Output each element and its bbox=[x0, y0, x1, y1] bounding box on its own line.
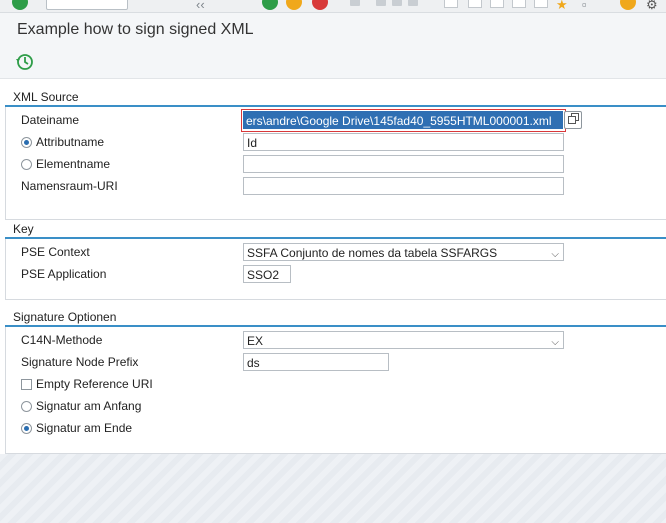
c14n-label: C14N-Methode bbox=[21, 333, 103, 347]
pse-context-row: PSE Context bbox=[21, 242, 90, 262]
find-next-icon[interactable] bbox=[392, 0, 402, 6]
elementname-label: Elementname bbox=[36, 157, 111, 171]
value-help-icon[interactable] bbox=[564, 111, 582, 129]
empty-ref-checkbox[interactable] bbox=[21, 378, 32, 390]
cancel-icon[interactable] bbox=[312, 0, 328, 10]
c14n-value: EX bbox=[247, 334, 264, 348]
info-icon[interactable] bbox=[620, 0, 636, 10]
pse-context-dropdown[interactable]: SSFA Conjunto de nomes da tabela SSFARGS… bbox=[243, 243, 564, 261]
attributname-field[interactable]: Id bbox=[243, 133, 564, 151]
enter-icon[interactable] bbox=[12, 0, 28, 10]
print-icon[interactable] bbox=[350, 0, 360, 6]
group-signature-optionen: Signature Optionen C14N-Methode EX ⌵ Sig… bbox=[5, 309, 666, 454]
group-xml-source: XML Source Dateiname ers\andre\Google Dr… bbox=[5, 89, 666, 220]
shortcut-icon[interactable] bbox=[468, 0, 482, 8]
pse-application-field[interactable]: SSO2 bbox=[243, 265, 291, 283]
chevron-down-icon[interactable]: ⌵ bbox=[551, 334, 559, 348]
command-field[interactable] bbox=[46, 0, 128, 10]
namensraum-label: Namensraum-URI bbox=[21, 179, 118, 193]
elementname-row: Elementname bbox=[21, 154, 110, 174]
selection-screen: XML Source Dateiname ers\andre\Google Dr… bbox=[0, 78, 666, 455]
elementname-radio[interactable] bbox=[21, 158, 32, 170]
dateiname-row: Dateiname bbox=[21, 110, 79, 130]
group-key: Key PSE Context SSFA Conjunto de nomes d… bbox=[5, 221, 666, 300]
application-toolbar bbox=[0, 49, 666, 77]
anfang-label: Signatur am Anfang bbox=[36, 399, 142, 413]
gear-icon[interactable]: ⚙ bbox=[646, 0, 658, 12]
empty-ref-row: Empty Reference URI bbox=[21, 374, 153, 394]
execute-icon[interactable] bbox=[16, 53, 34, 71]
pse-context-label: PSE Context bbox=[21, 245, 90, 259]
exit-icon[interactable] bbox=[286, 0, 302, 10]
node-prefix-row: Signature Node Prefix bbox=[21, 352, 138, 372]
node-prefix-label: Signature Node Prefix bbox=[21, 355, 139, 369]
first-page-icon[interactable] bbox=[408, 0, 418, 6]
ende-row: Signatur am Ende bbox=[21, 418, 132, 438]
pse-application-row: PSE Application bbox=[21, 264, 106, 284]
namensraum-row: Namensraum-URI bbox=[21, 176, 118, 196]
node-prefix-field[interactable]: ds bbox=[243, 353, 389, 371]
group-title: XML Source bbox=[5, 89, 666, 107]
ende-radio[interactable] bbox=[21, 422, 32, 434]
empty-ref-label: Empty Reference URI bbox=[36, 377, 153, 391]
c14n-row: C14N-Methode bbox=[21, 330, 102, 350]
group-title: Key bbox=[5, 221, 666, 239]
namensraum-field[interactable] bbox=[243, 177, 564, 195]
back-icon[interactable] bbox=[262, 0, 278, 10]
new-session-icon[interactable] bbox=[444, 0, 458, 8]
chevron-down-icon[interactable]: ⌵ bbox=[551, 246, 559, 260]
group-title: Signature Optionen bbox=[5, 309, 666, 327]
elementname-field[interactable] bbox=[243, 155, 564, 173]
anfang-row: Signatur am Anfang bbox=[21, 396, 141, 416]
layout-icon[interactable] bbox=[490, 0, 504, 8]
system-toolbar: ‹‹ ★ ▫ ⚙ bbox=[0, 0, 666, 13]
ende-label: Signatur am Ende bbox=[36, 421, 133, 435]
empty-area bbox=[0, 454, 666, 523]
dateiname-field[interactable]: ers\andre\Google Drive\145fad40_5955HTML… bbox=[243, 111, 563, 129]
find-icon[interactable] bbox=[376, 0, 386, 6]
pse-application-label: PSE Application bbox=[21, 267, 107, 281]
chevron-left-icon[interactable]: ‹‹ bbox=[196, 0, 205, 12]
dateiname-label: Dateiname bbox=[21, 113, 80, 127]
page-title: Example how to sign signed XML bbox=[17, 21, 254, 38]
help-icon[interactable] bbox=[534, 0, 548, 8]
c14n-dropdown[interactable]: EX ⌵ bbox=[243, 331, 564, 349]
anfang-radio[interactable] bbox=[21, 400, 32, 412]
attributname-label: Attributname bbox=[36, 135, 105, 149]
layout-menu-icon[interactable]: ▫ bbox=[582, 0, 587, 12]
star-icon[interactable]: ★ bbox=[556, 0, 568, 12]
customize-icon[interactable] bbox=[512, 0, 526, 8]
title-bar: Example how to sign signed XML bbox=[0, 13, 666, 49]
attributname-row: Attributname bbox=[21, 132, 104, 152]
attributname-radio[interactable] bbox=[21, 136, 32, 148]
pse-context-value: SSFA Conjunto de nomes da tabela SSFARGS bbox=[247, 246, 498, 260]
